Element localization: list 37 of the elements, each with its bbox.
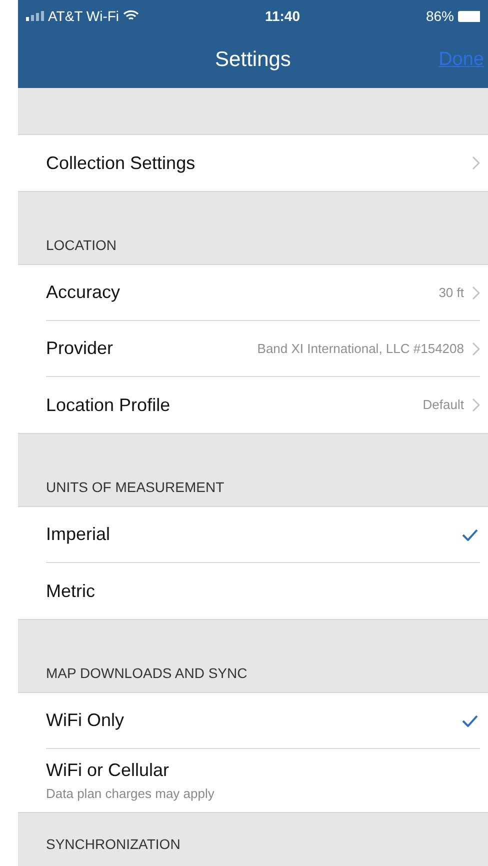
wifi-icon: [123, 10, 140, 22]
checkmark-icon: [462, 714, 478, 726]
settings-row[interactable]: Provider Band XI International, LLC #154208: [18, 321, 488, 377]
chevron-icon: [472, 342, 480, 356]
row-label: Imperial: [46, 523, 112, 546]
battery-icon: [458, 10, 480, 22]
settings-row[interactable]: WiFi or Cellular Data plan charges may apply: [18, 749, 488, 812]
row-label: Metric: [46, 580, 96, 602]
settings-row[interactable]: WiFi Only: [18, 693, 488, 749]
section-header: MAP DOWNLOADS AND SYNC: [46, 664, 248, 683]
settings-row[interactable]: Location Profile Default: [18, 377, 488, 433]
row-subtitle: Data plan charges may apply: [46, 785, 216, 803]
settings-row[interactable]: Collection Settings: [18, 135, 488, 191]
chevron-icon: [472, 156, 480, 170]
checkmark-icon: [462, 528, 478, 540]
section-header: LOCATION: [46, 236, 117, 255]
row-label: Location Profile: [46, 394, 172, 416]
row-value: Default: [422, 396, 464, 414]
clock-text: 11:40: [264, 6, 300, 26]
battery-text: 86%: [426, 6, 454, 26]
chevron-icon: [472, 286, 480, 300]
row-value: Band XI International, LLC #154208: [257, 340, 464, 358]
carrier-text: AT&T Wi-Fi: [48, 6, 120, 26]
row-label: WiFi or Cellular: [46, 759, 170, 782]
settings-row[interactable]: Imperial: [18, 507, 488, 563]
section-header: SYNCHRONIZATION: [46, 834, 180, 854]
row-value: 30 ft: [438, 284, 464, 302]
row-label: WiFi Only: [46, 709, 125, 732]
chevron-icon: [472, 398, 480, 412]
window-title: Settings: [215, 47, 291, 74]
settings-row[interactable]: Metric: [18, 563, 488, 619]
row-label: Provider: [46, 337, 114, 360]
signal-icon: [26, 11, 44, 21]
settings-row[interactable]: Accuracy 30 ft: [18, 265, 488, 321]
row-label: Collection Settings: [46, 152, 196, 175]
section-header: UNITS OF MEASUREMENT: [46, 478, 224, 497]
row-label: Accuracy: [46, 281, 122, 304]
